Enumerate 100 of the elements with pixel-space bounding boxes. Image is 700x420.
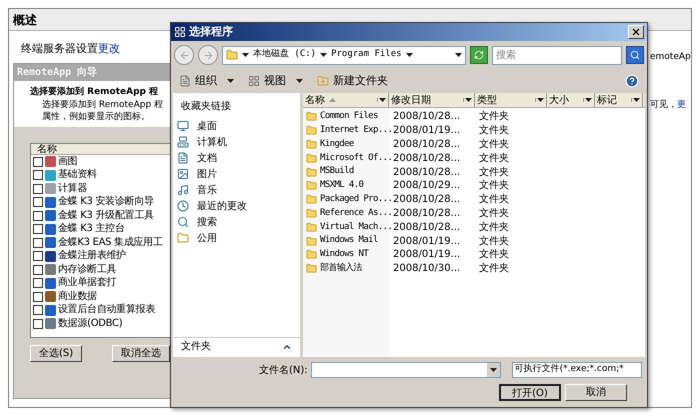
file-name[interactable]: MSBuild xyxy=(320,165,354,179)
modified-date: 2008/01/19... xyxy=(392,248,462,262)
folder-icon xyxy=(306,249,317,260)
favorite-link[interactable]: 最近的更改 xyxy=(173,198,300,214)
file-type: 文件夹 xyxy=(478,166,510,180)
file-type-select[interactable]: 可执行文件(*.exe;*.com;* xyxy=(512,362,642,378)
folder-icon xyxy=(306,236,317,247)
checkbox[interactable] xyxy=(33,224,43,234)
file-name[interactable]: MSXML 4.0 xyxy=(320,179,364,193)
actions-link[interactable]: 更 xyxy=(677,98,686,112)
checkbox[interactable] xyxy=(33,251,43,262)
file-type: 文件夹 xyxy=(478,124,510,138)
checkbox[interactable] xyxy=(33,156,43,167)
program-name[interactable]: 商业单据套打 xyxy=(58,277,116,290)
file-name[interactable]: Microsoft Of... xyxy=(320,152,392,166)
dialog-button[interactable]: 打开(O) xyxy=(499,384,561,401)
modified-date: 2008/10/28... xyxy=(392,220,462,235)
program-name[interactable]: 金蝶K3 EAS 集成应用工 xyxy=(58,236,163,249)
file-type: 文件夹 xyxy=(478,110,510,124)
dialog-button[interactable]: 取消 xyxy=(565,384,627,401)
file-name-label: 文件名(N): xyxy=(259,364,308,378)
file-name[interactable]: Kingdee xyxy=(320,138,354,152)
place-icon xyxy=(177,232,189,244)
file-name-field[interactable] xyxy=(310,362,501,378)
program-name[interactable]: 金蝶注册表维护 xyxy=(58,250,126,262)
refresh-button[interactable] xyxy=(470,46,488,64)
file-name[interactable]: Packaged Pro... xyxy=(320,192,392,206)
folders-toggle[interactable]: 文件夹 xyxy=(173,337,300,355)
close-button[interactable] xyxy=(628,25,644,39)
program-name[interactable]: 计算器 xyxy=(58,182,88,195)
dropdown-button[interactable] xyxy=(486,363,500,377)
checkbox[interactable] xyxy=(33,210,43,221)
folder-icon xyxy=(306,166,317,178)
program-name[interactable]: 商业数据 xyxy=(58,290,97,303)
file-type: 文件夹 xyxy=(478,152,510,166)
program-name[interactable]: 数据源(ODBC) xyxy=(58,318,122,330)
column-header[interactable]: 大小 xyxy=(547,93,595,107)
program-name[interactable]: 金蝶 K3 升级配置工具 xyxy=(58,210,154,222)
folder-icon xyxy=(306,208,317,219)
breadcrumb-segment[interactable]: 本地磁盘 (C:) xyxy=(253,48,316,62)
program-icon xyxy=(45,318,56,330)
arrow-left-icon xyxy=(178,50,190,60)
favorite-link[interactable]: 音乐 xyxy=(173,182,300,198)
file-name[interactable]: Common Files xyxy=(320,110,378,124)
column-header[interactable]: 标记 xyxy=(595,93,643,107)
place-icon xyxy=(177,216,189,228)
file-name[interactable]: Windows NT xyxy=(320,248,368,262)
program-name[interactable]: 金蝶 K3 主控台 xyxy=(58,223,125,236)
program-name[interactable]: 内存诊断工具 xyxy=(58,264,116,276)
checkbox[interactable] xyxy=(33,278,43,288)
checkbox[interactable] xyxy=(33,184,43,194)
file-name[interactable]: Virtual Mach... xyxy=(320,220,392,234)
file-type: 文件夹 xyxy=(478,138,510,152)
column-header[interactable]: 类型 xyxy=(475,93,547,107)
address-bar[interactable]: 本地磁盘 (C:) Program Files xyxy=(222,46,466,64)
folder-icon xyxy=(306,152,317,164)
checkbox[interactable] xyxy=(33,318,43,329)
column-header[interactable]: 名称 xyxy=(303,93,389,107)
wizard-description: 选择要添加到 RemoteApp 程 xyxy=(42,99,164,111)
dropdown-icon xyxy=(490,368,497,372)
program-icon xyxy=(45,250,56,262)
change-link[interactable]: 更改 xyxy=(98,40,120,57)
favorite-link[interactable]: 公用 xyxy=(173,230,300,246)
file-name[interactable]: Internet Exp... xyxy=(320,124,392,138)
search-button[interactable] xyxy=(626,46,644,64)
favorite-link[interactable]: 图片 xyxy=(173,166,300,182)
favorite-link[interactable]: 搜索 xyxy=(173,214,300,230)
checkbox[interactable] xyxy=(33,264,43,275)
file-name[interactable]: Reference As... xyxy=(320,206,392,220)
search-field[interactable]: 搜索 xyxy=(492,46,622,64)
program-icon xyxy=(45,291,56,302)
breadcrumb-segment[interactable]: Program Files xyxy=(331,48,402,62)
list-button[interactable]: 全选(S) xyxy=(30,345,82,362)
help-icon[interactable] xyxy=(625,74,639,88)
folder-icon xyxy=(306,222,317,233)
file-name[interactable]: 部首输入法 xyxy=(320,262,362,276)
toolbar-button[interactable]: 组织 xyxy=(179,72,234,90)
program-icon xyxy=(45,156,56,168)
column-header[interactable]: 修改日期 xyxy=(389,93,475,107)
window-icon xyxy=(174,26,186,38)
place-icon xyxy=(177,136,189,148)
checkbox[interactable] xyxy=(33,238,43,248)
program-name[interactable]: 设置后台自动重算报表 xyxy=(58,304,156,316)
checkbox[interactable] xyxy=(33,292,43,302)
program-name[interactable]: 画图 xyxy=(58,156,78,168)
program-name[interactable]: 基础资料 xyxy=(58,169,97,182)
actions-text: 可见， xyxy=(650,98,677,112)
favorite-link[interactable]: 桌面 xyxy=(173,118,300,134)
checkbox[interactable] xyxy=(33,197,43,208)
arrow-right-icon xyxy=(202,50,214,60)
checkbox[interactable] xyxy=(33,305,43,316)
place-icon xyxy=(177,120,189,132)
modified-date: 2008/10/28... xyxy=(392,110,462,124)
file-name[interactable]: Windows Mail xyxy=(320,234,378,248)
list-button[interactable]: 取消全选 xyxy=(112,345,170,362)
folder-icon xyxy=(306,125,317,136)
program-name[interactable]: 金蝶 K3 安装诊断向导 xyxy=(58,196,154,208)
checkbox[interactable] xyxy=(33,170,43,180)
program-icon xyxy=(45,224,56,235)
place-icon xyxy=(177,168,189,180)
